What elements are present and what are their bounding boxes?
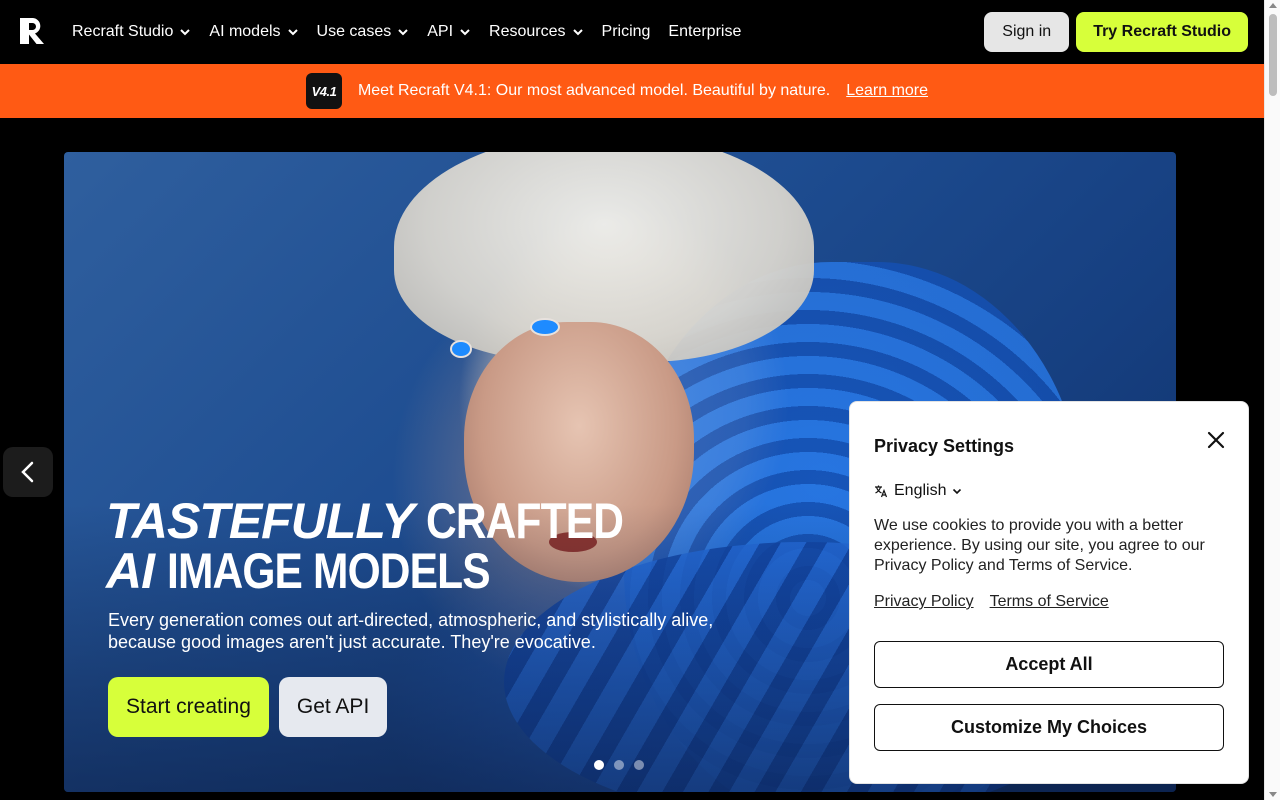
nav-item-resources[interactable]: Resources <box>489 23 583 41</box>
hero-subtitle: Every generation comes out art-directed,… <box>108 610 714 652</box>
chevron-down-icon <box>398 29 408 36</box>
start-creating-button[interactable]: Start creating <box>108 677 269 737</box>
privacy-links: Privacy Policy Terms of Service <box>874 593 1109 611</box>
chevron-down-icon <box>287 29 298 36</box>
nav-item-ai-models[interactable]: AI models <box>209 23 298 41</box>
chevron-down-icon <box>572 29 583 36</box>
chevron-down-icon <box>180 29 191 36</box>
top-navigation: Recraft Studio AI models Use cases API R… <box>0 0 1264 64</box>
carousel-dot[interactable] <box>614 760 624 770</box>
scrollbar-thumb[interactable] <box>1269 14 1277 96</box>
carousel-dot[interactable] <box>634 760 644 770</box>
try-recraft-studio-button[interactable]: Try Recraft Studio <box>1076 12 1248 52</box>
nav-item-recraft-studio[interactable]: Recraft Studio <box>72 23 191 41</box>
terms-of-service-link[interactable]: Terms of Service <box>990 593 1109 611</box>
banner-text: Meet Recraft V4.1: Our most advanced mod… <box>357 82 831 99</box>
recraft-logo-icon[interactable] <box>17 15 47 47</box>
nav-item-label: Pricing <box>601 23 651 40</box>
nav-item-label: Resources <box>489 23 566 40</box>
chevron-down-icon <box>460 29 470 36</box>
nav-item-label: Use cases <box>316 23 392 40</box>
version-badge: V4.1 <box>305 73 342 109</box>
privacy-title: Privacy Settings <box>874 436 1015 456</box>
scroll-down-arrow-icon[interactable] <box>1269 792 1277 797</box>
privacy-settings-dialog: Privacy Settings English We use cookies … <box>849 401 1249 784</box>
get-api-button[interactable]: Get API <box>278 677 388 737</box>
learn-more-link[interactable]: Learn more <box>846 82 928 100</box>
carousel-dots <box>594 760 644 770</box>
hero-title-italic: TASTEFULLY <box>106 493 415 549</box>
close-icon[interactable] <box>1206 430 1226 450</box>
announcement-banner: V4.1 Meet Recraft V4.1: Our most advance… <box>0 64 1264 118</box>
language-label: English <box>894 482 947 499</box>
language-selector[interactable]: English <box>874 482 962 500</box>
chevron-down-icon <box>953 488 962 495</box>
hero-title: TASTEFULLY CRAFTED AI IMAGE MODELS <box>106 496 658 596</box>
translate-icon <box>875 485 888 498</box>
chevron-left-icon <box>21 461 34 483</box>
nav-menu: Recraft Studio AI models Use cases API R… <box>72 0 741 64</box>
nav-item-label: Recraft Studio <box>72 23 174 40</box>
privacy-policy-link[interactable]: Privacy Policy <box>874 593 974 611</box>
nav-item-pricing[interactable]: Pricing <box>602 23 651 41</box>
nav-item-label: Enterprise <box>668 23 742 40</box>
sign-in-button[interactable]: Sign in <box>984 12 1070 52</box>
nav-item-label: AI models <box>209 23 281 40</box>
customize-choices-button[interactable]: Customize My Choices <box>874 704 1224 751</box>
nav-item-enterprise[interactable]: Enterprise <box>668 23 741 41</box>
hero-title-text: CRAFTED <box>426 493 624 549</box>
nav-actions: Sign in Try Recraft Studio <box>984 12 1248 52</box>
hero-title-italic: AI <box>106 543 155 599</box>
scroll-up-arrow-icon[interactable] <box>1269 3 1277 8</box>
nav-item-use-cases[interactable]: Use cases <box>317 23 410 41</box>
page-scrollbar[interactable] <box>1264 0 1280 800</box>
carousel-dot[interactable] <box>594 760 604 770</box>
nav-item-api[interactable]: API <box>427 23 471 41</box>
nav-item-label: API <box>427 23 454 40</box>
previous-slide-button[interactable] <box>3 447 53 497</box>
hero-title-text: IMAGE MODELS <box>166 543 491 599</box>
accept-all-button[interactable]: Accept All <box>874 641 1224 688</box>
privacy-description: We use cookies to provide you with a bet… <box>874 517 1205 574</box>
hero-actions: Start creating Get API <box>108 677 388 737</box>
